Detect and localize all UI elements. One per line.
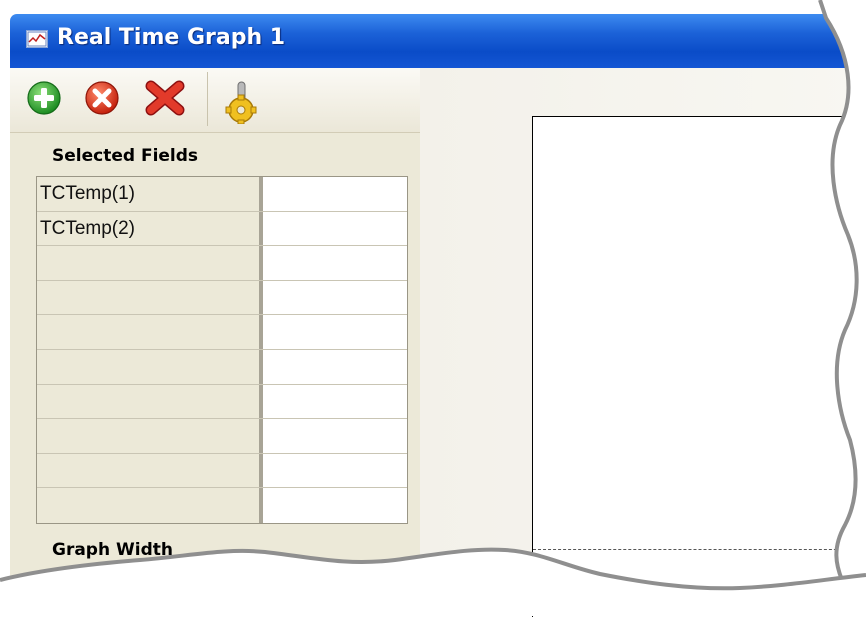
real-time-graph-window: Real Time Graph 1 Selected Fields TCTemp… [0,0,866,617]
torn-edge-overlay [0,0,866,616]
